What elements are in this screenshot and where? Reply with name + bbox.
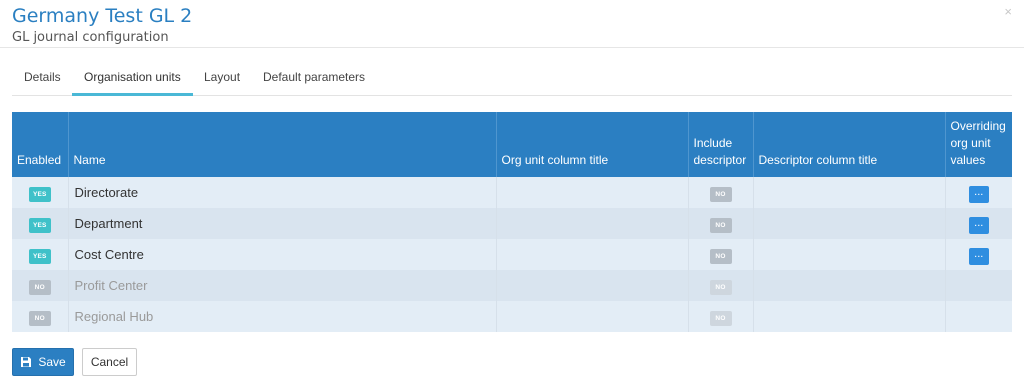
include-descriptor-cell: NO bbox=[688, 177, 754, 208]
include-descriptor-cell: NO bbox=[688, 239, 754, 270]
overriding-line-3: values bbox=[950, 153, 986, 167]
enabled-cell: YES bbox=[12, 177, 69, 208]
include-descriptor-line-1: Include bbox=[693, 136, 733, 150]
enabled-cell: NO bbox=[12, 301, 69, 332]
tab-bar: Details Organisation units Layout Defaul… bbox=[12, 60, 1012, 96]
table-header-row: Enabled Name Org unit column title Inclu… bbox=[12, 112, 1012, 177]
include-descriptor-cell: NO bbox=[688, 270, 754, 301]
overriding-cell: ... bbox=[945, 177, 1012, 208]
enabled-toggle[interactable]: YES bbox=[28, 217, 51, 233]
org-unit-title-cell[interactable] bbox=[496, 208, 689, 239]
column-header-descriptor-title[interactable]: Descriptor column title bbox=[753, 112, 946, 177]
enabled-cell: YES bbox=[12, 239, 69, 270]
name-cell: Directorate bbox=[68, 177, 497, 208]
include-descriptor-toggle[interactable]: NO bbox=[709, 248, 732, 264]
enabled-cell: YES bbox=[12, 208, 69, 239]
overriding-line-1: Overriding bbox=[950, 119, 1006, 133]
org-unit-title-cell bbox=[496, 301, 689, 332]
save-button-label: Save bbox=[38, 355, 66, 369]
overriding-cell bbox=[945, 301, 1012, 332]
tab-details[interactable]: Details bbox=[24, 70, 61, 84]
column-header-name[interactable]: Name bbox=[68, 112, 497, 177]
include-descriptor-toggle[interactable]: NO bbox=[709, 186, 732, 202]
name-cell: Regional Hub bbox=[68, 301, 497, 332]
column-header-enabled[interactable]: Enabled bbox=[12, 112, 69, 177]
org-unit-title-cell[interactable] bbox=[496, 239, 689, 270]
floppy-disk-icon bbox=[21, 357, 32, 367]
save-button[interactable]: Save bbox=[12, 348, 74, 376]
table-row: YES Cost Centre NO ... bbox=[12, 239, 1012, 270]
table-row: NO Regional Hub NO bbox=[12, 301, 1012, 332]
enabled-toggle[interactable]: NO bbox=[28, 279, 51, 295]
overriding-cell: ... bbox=[945, 208, 1012, 239]
tab-default-parameters[interactable]: Default parameters bbox=[263, 70, 365, 84]
name-cell: Profit Center bbox=[68, 270, 497, 301]
org-units-table: Enabled Name Org unit column title Inclu… bbox=[12, 112, 1012, 332]
overriding-line-2: org unit bbox=[950, 136, 991, 150]
overriding-values-button[interactable]: ... bbox=[968, 247, 989, 265]
column-header-org-unit-title[interactable]: Org unit column title bbox=[496, 112, 689, 177]
include-descriptor-cell: NO bbox=[688, 208, 754, 239]
active-tab-indicator bbox=[72, 93, 193, 96]
descriptor-title-cell[interactable] bbox=[753, 177, 946, 208]
table-row: YES Department NO ... bbox=[12, 208, 1012, 239]
cancel-button[interactable]: Cancel bbox=[82, 348, 137, 376]
descriptor-title-cell bbox=[753, 301, 946, 332]
include-descriptor-toggle[interactable]: NO bbox=[709, 217, 732, 233]
overriding-cell: ... bbox=[945, 239, 1012, 270]
overriding-values-button[interactable]: ... bbox=[968, 216, 989, 234]
dialog-title: Germany Test GL 2 bbox=[12, 5, 193, 27]
descriptor-title-cell[interactable] bbox=[753, 239, 946, 270]
overriding-values-button[interactable]: ... bbox=[968, 185, 989, 203]
overriding-cell bbox=[945, 270, 1012, 301]
enabled-cell: NO bbox=[12, 270, 69, 301]
org-unit-title-cell bbox=[496, 270, 689, 301]
column-header-include-descriptor[interactable]: Include descriptor bbox=[688, 112, 754, 177]
enabled-toggle[interactable]: NO bbox=[28, 310, 51, 326]
close-icon[interactable]: × bbox=[1004, 4, 1012, 19]
tab-organisation-units[interactable]: Organisation units bbox=[84, 70, 181, 84]
table-row: YES Directorate NO ... bbox=[12, 177, 1012, 208]
tab-layout[interactable]: Layout bbox=[204, 70, 240, 84]
name-cell: Cost Centre bbox=[68, 239, 497, 270]
cancel-button-label: Cancel bbox=[90, 355, 129, 369]
include-descriptor-cell: NO bbox=[688, 301, 754, 332]
dialog-header: Germany Test GL 2 GL journal configurati… bbox=[0, 0, 1024, 48]
descriptor-title-cell[interactable] bbox=[753, 208, 946, 239]
enabled-toggle[interactable]: YES bbox=[28, 248, 51, 264]
enabled-toggle[interactable]: YES bbox=[28, 186, 51, 202]
include-descriptor-toggle: NO bbox=[709, 279, 732, 295]
descriptor-title-cell bbox=[753, 270, 946, 301]
column-header-overriding-values[interactable]: Overriding org unit values bbox=[945, 112, 1012, 177]
name-cell: Department bbox=[68, 208, 497, 239]
org-unit-title-cell[interactable] bbox=[496, 177, 689, 208]
include-descriptor-toggle: NO bbox=[709, 310, 732, 326]
dialog-subtitle: GL journal configuration bbox=[12, 30, 169, 45]
include-descriptor-line-2: descriptor bbox=[693, 153, 747, 167]
table-row: NO Profit Center NO bbox=[12, 270, 1012, 301]
